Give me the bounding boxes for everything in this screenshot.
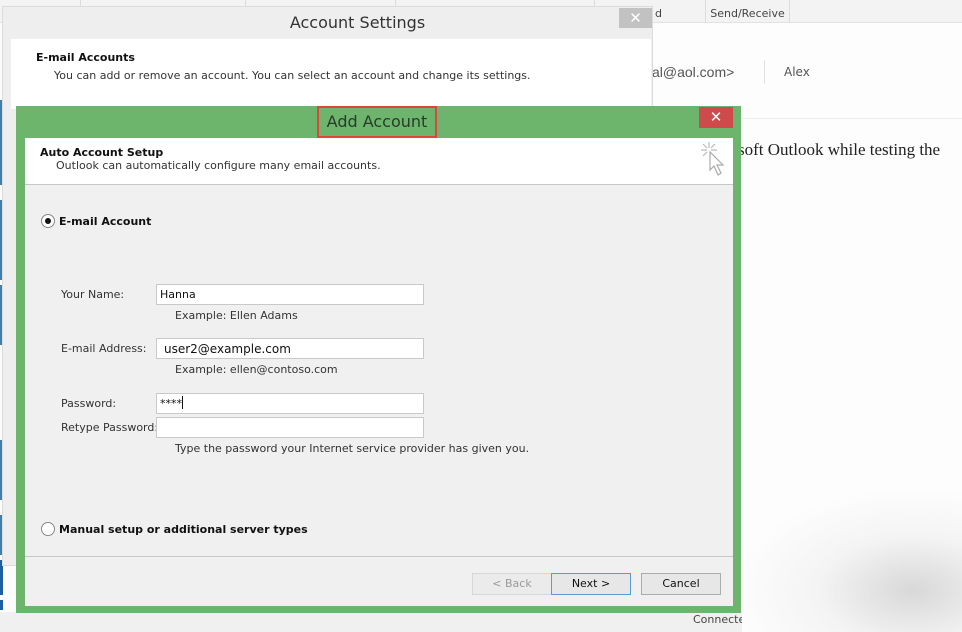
your-name-label: Your Name:	[61, 288, 125, 301]
header-divider	[764, 60, 765, 84]
password-label: Password:	[61, 397, 117, 410]
close-icon: ✕	[629, 9, 642, 27]
add-account-dialog: Add Account ✕ Auto Account Setup Outlook…	[16, 106, 741, 613]
radio-label: Manual setup or additional server types	[59, 522, 308, 536]
connection-status: Connectec	[693, 613, 743, 626]
dialog-content: Auto Account Setup Outlook can automatic…	[25, 138, 733, 606]
back-button[interactable]: < Back	[472, 573, 552, 595]
email-address-label: E-mail Address:	[61, 342, 147, 355]
ribbon-tab-send-receive[interactable]: Send/Receive	[705, 0, 790, 23]
account-settings-header: E-mail Accounts You can add or remove an…	[11, 39, 651, 109]
your-name-hint: Example: Ellen Adams	[175, 309, 298, 322]
video-overlay-blur	[742, 494, 962, 632]
section-heading: E-mail Accounts	[36, 51, 135, 64]
radio-selected-icon[interactable]	[41, 214, 55, 228]
next-button[interactable]: Next >	[551, 573, 631, 595]
recipient-name: Alex	[784, 65, 810, 79]
screen: d Send/Receive al@aol.com> Alex soft Out…	[0, 0, 962, 632]
email-address-hint: Example: ellen@contoso.com	[175, 363, 338, 376]
dialog-title: Account Settings	[289, 13, 426, 32]
close-button[interactable]: ✕	[619, 8, 652, 28]
radio-manual-setup[interactable]: Manual setup or additional server types	[41, 522, 308, 536]
section-description: You can add or remove an account. You ca…	[54, 69, 531, 82]
email-address-input[interactable]	[156, 338, 424, 359]
header-description: Outlook can automatically configure many…	[56, 159, 381, 172]
dialog-title-highlighted: Add Account	[317, 106, 437, 138]
message-body-text: soft Outlook while testing the	[738, 140, 941, 159]
password-hint: Type the password your Internet service …	[175, 442, 530, 455]
footer-divider	[25, 556, 733, 557]
retype-password-input[interactable]	[156, 417, 424, 438]
close-button[interactable]: ✕	[699, 107, 733, 128]
wizard-cursor-icon	[701, 142, 725, 176]
radio-label: E-mail Account	[59, 214, 152, 228]
close-icon: ✕	[709, 108, 723, 126]
header-title: Auto Account Setup	[40, 146, 164, 159]
your-name-input[interactable]	[156, 284, 424, 305]
text-caret	[182, 396, 183, 409]
radio-email-account[interactable]: E-mail Account	[41, 214, 151, 228]
password-input[interactable]: ****	[156, 393, 424, 414]
sender-email: al@aol.com>	[652, 64, 735, 80]
radio-unselected-icon[interactable]	[41, 522, 55, 536]
cancel-button[interactable]: Cancel	[641, 573, 721, 595]
retype-password-label: Retype Password:	[61, 421, 159, 434]
password-value: ****	[160, 397, 182, 410]
dialog-header: Auto Account Setup Outlook can automatic…	[25, 138, 733, 185]
